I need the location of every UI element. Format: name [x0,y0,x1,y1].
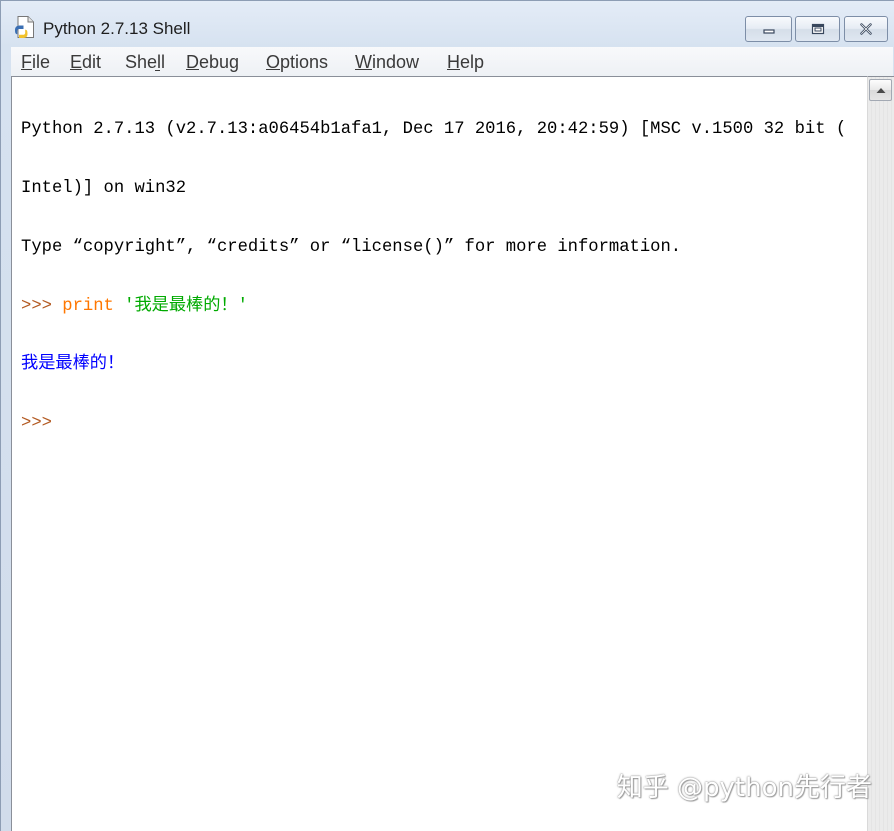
close-icon [860,23,872,35]
vertical-scrollbar[interactable] [867,76,894,831]
menu-shell[interactable]: Shell [125,51,166,73]
minimize-button[interactable] [745,16,792,42]
idle-shell-window: Python 2.7.13 Shell File Edit Shell Debu… [0,0,894,831]
banner-line: Type “copyright”, “credits” or “license(… [21,237,682,257]
current-prompt: >>> [21,414,52,434]
minimize-icon [762,29,775,34]
menu-window[interactable]: Window [355,51,419,73]
input-line: >>> print '我是最棒的！' [21,297,867,317]
menu-bar: File Edit Shell Debug Options Window Hel… [11,47,893,76]
python-file-icon[interactable] [13,15,37,39]
window-title: Python 2.7.13 Shell [43,19,191,38]
banner-line: Intel)] on win32 [21,178,187,198]
menu-options[interactable]: Options [266,51,328,73]
scroll-up-button[interactable] [869,79,892,101]
banner-line: Python 2.7.13 (v2.7.13:a06454b1afa1, Dec… [21,120,847,140]
shell-output: Python 2.7.13 (v2.7.13:a06454b1afa1, Dec… [12,77,867,473]
maximize-button[interactable] [795,16,840,42]
menu-file[interactable]: File [21,51,50,73]
maximize-icon [811,23,824,35]
stdout-line: 我是最棒的！ [21,355,125,375]
shell-text-area[interactable]: Python 2.7.13 (v2.7.13:a06454b1afa1, Dec… [11,76,867,831]
keyword-print: print [62,296,114,316]
string-literal: '我是最棒的！' [124,296,248,316]
menu-debug[interactable]: Debug [186,51,239,73]
arrow-up-icon [876,88,886,93]
menu-edit[interactable]: Edit [70,51,101,73]
menu-help[interactable]: Help [447,51,484,73]
watermark: 知乎 @python先行者 [616,773,872,803]
prompt: >>> [21,296,63,316]
close-button[interactable] [844,16,888,42]
title-bar[interactable]: Python 2.7.13 Shell [1,1,894,46]
